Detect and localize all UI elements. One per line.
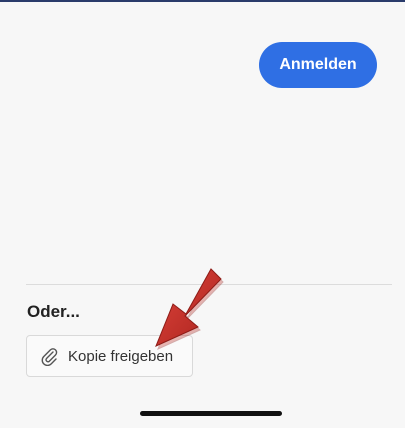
- home-indicator: [140, 411, 282, 416]
- paperclip-icon: [39, 346, 59, 366]
- share-copy-label: Kopie freigeben: [68, 347, 174, 365]
- divider: [26, 284, 392, 285]
- share-copy-button[interactable]: Kopie freigeben: [26, 335, 193, 377]
- or-label: Oder...: [27, 302, 80, 321]
- screen: Anmelden Oder... Kopie freigeben: [0, 0, 405, 428]
- signin-button[interactable]: Anmelden: [259, 42, 377, 88]
